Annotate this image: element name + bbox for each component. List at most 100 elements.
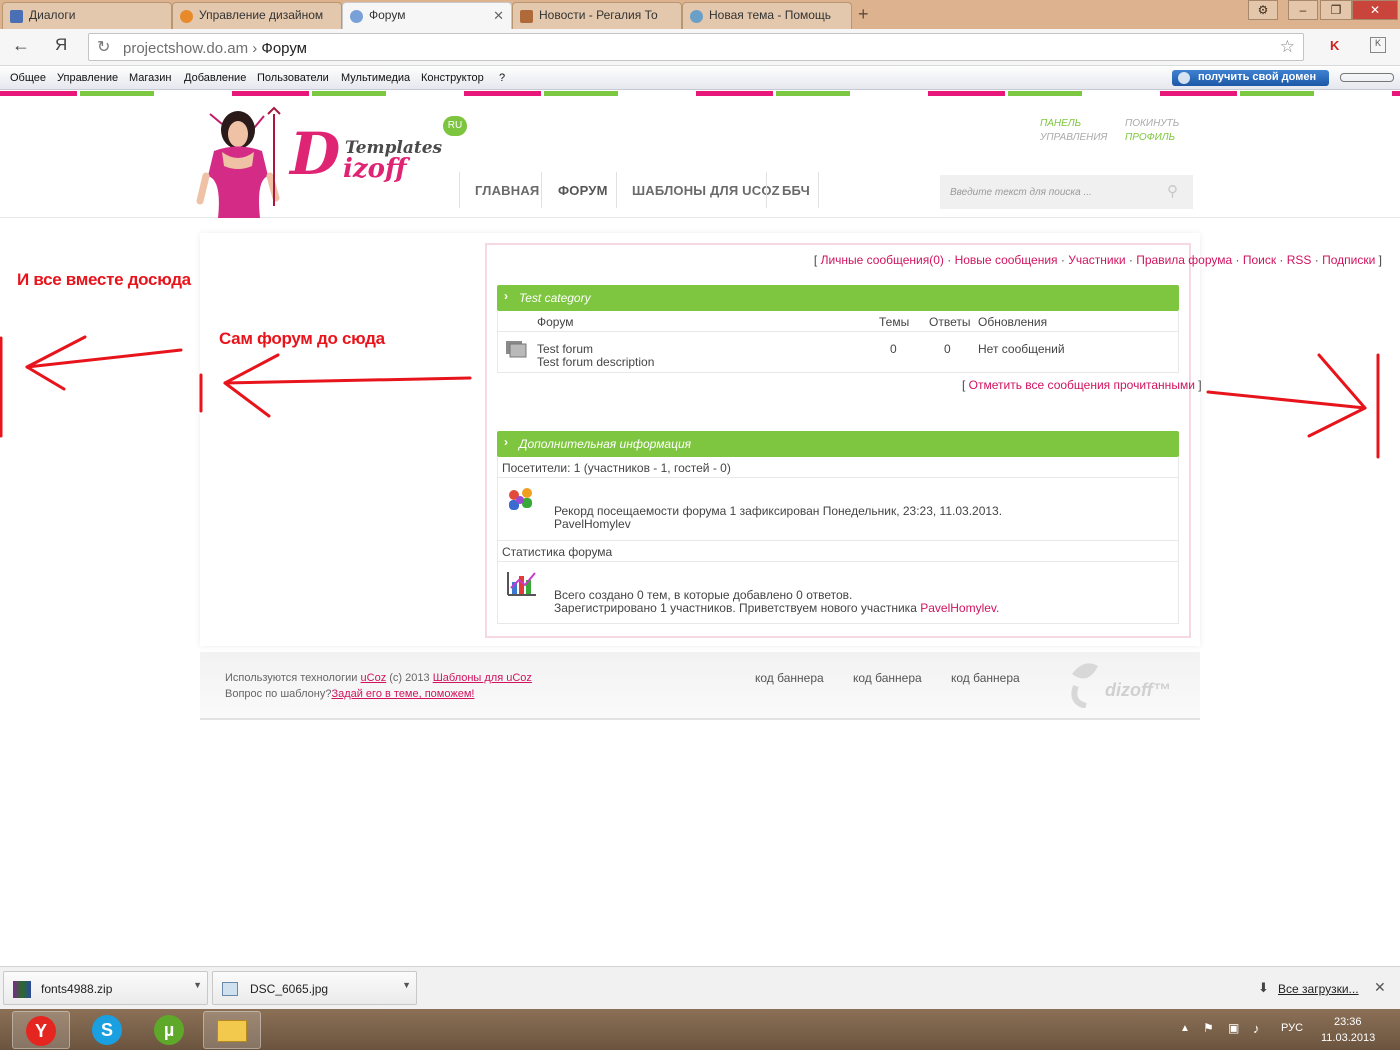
ucoz-menu-help[interactable]: ? [499, 72, 505, 84]
ucoz-menu-constructor[interactable]: Конструктор [421, 72, 484, 84]
reload-icon[interactable]: ↻ [97, 37, 110, 57]
chat-icon [10, 10, 23, 23]
stats-title: Статистика форума [502, 545, 613, 559]
search-input[interactable] [940, 175, 1160, 209]
clock-date[interactable]: 11.03.2013 [1321, 1032, 1375, 1044]
tab-new-topic[interactable]: Новая тема - Помощь [682, 2, 852, 29]
tab-news[interactable]: Новости - Регалия То [512, 2, 682, 29]
nav-ucoz-templates[interactable]: ШАБЛОНЫ ДЛЯ UCOZ [632, 183, 780, 198]
panel-link[interactable]: ПАНЕЛЬ УПРАВЛЕНИЯ [1040, 117, 1107, 145]
maximize-icon[interactable]: ❐ [1320, 0, 1352, 20]
site-footer [200, 652, 1200, 720]
close-window-icon[interactable]: ✕ [1352, 0, 1398, 20]
tab-dialogs[interactable]: Диалоги [2, 2, 172, 29]
skype-icon[interactable]: S [78, 1011, 136, 1049]
private-messages-link[interactable]: Личные сообщения(0) [821, 253, 944, 267]
nav-forum[interactable]: ФОРУМ [558, 183, 608, 198]
close-icon[interactable]: ✕ [493, 8, 504, 24]
url-text[interactable]: projectshow.do.am › Форум [123, 40, 307, 57]
ucoz-menu-add[interactable]: Добавление [184, 72, 246, 84]
users-icon [509, 488, 532, 510]
record-line: Рекорд посещаемости форума 1 зафиксирова… [554, 504, 1003, 518]
tab-label: Новости - Регалия То [539, 8, 658, 22]
logo-model-image [196, 106, 281, 218]
tab-design[interactable]: Управление дизайном [172, 2, 342, 29]
stats-line-2-text: Зарегистрировано 1 участников. Приветств… [554, 601, 917, 615]
profile-link[interactable]: ПРОФИЛЬ [1125, 131, 1179, 145]
new-tab-icon[interactable]: + [858, 4, 869, 25]
subscriptions-link[interactable]: Подписки [1322, 253, 1375, 267]
chevron-down-icon[interactable]: ▼ [402, 980, 411, 990]
download-filename: fonts4988.zip [41, 982, 113, 996]
ask-link[interactable]: Задай его в теме, поможем! [331, 688, 474, 700]
record-user-link[interactable]: PavelHomylev [554, 517, 631, 531]
user-links: ПОКИНУТЬ ПРОФИЛЬ [1125, 117, 1179, 145]
extension-icon[interactable]: K [1370, 37, 1386, 53]
utorrent-icon[interactable]: µ [140, 1011, 198, 1049]
forum-rules-link[interactable]: Правила форума [1136, 253, 1232, 267]
banner-code[interactable]: код баннера [853, 671, 922, 685]
search-icon[interactable]: ⚲ [1167, 182, 1178, 200]
members-link[interactable]: Участники [1068, 253, 1125, 267]
address-toolbar: ← Я ↻ projectshow.do.am › Форум ☆ K K [0, 29, 1400, 66]
star-icon[interactable]: ☆ [1280, 37, 1295, 57]
annotation-arrows [0, 335, 1380, 459]
yandex-browser-icon[interactable]: Y [12, 1011, 70, 1049]
close-icon[interactable]: ✕ [1374, 979, 1386, 996]
network-icon[interactable]: ▣ [1228, 1021, 1239, 1035]
ucoz-menu-shop[interactable]: Магазин [129, 72, 171, 84]
ucoz-menu-manage[interactable]: Управление [57, 72, 118, 84]
ucoz-menu-media[interactable]: Мультимедиа [341, 72, 410, 84]
explorer-icon[interactable] [203, 1011, 261, 1049]
image-file-icon [222, 982, 238, 996]
nav-divider [541, 172, 542, 208]
tray-expand-icon[interactable]: ▲ [1180, 1023, 1190, 1034]
settings-icon[interactable]: ⚙ [1248, 0, 1278, 20]
panel-slider[interactable] [1340, 73, 1394, 82]
stats-user-link[interactable]: PavelHomylev [920, 601, 996, 615]
chevron-right-icon: › [504, 289, 508, 303]
ucoz-icon [180, 10, 193, 23]
download-item[interactable]: fonts4988.zip ▼ [3, 971, 208, 1005]
lang-badge[interactable]: RU [443, 116, 467, 136]
panel-link-line1: ПАНЕЛЬ [1040, 118, 1082, 129]
get-domain-label: получить свой домен [1198, 71, 1317, 83]
banner-code[interactable]: код баннера [951, 671, 1020, 685]
chevron-down-icon[interactable]: ▼ [193, 980, 202, 990]
row-divider [497, 561, 1179, 562]
col-forum: Форум [537, 315, 574, 329]
back-arrow-icon[interactable]: ← [12, 35, 30, 56]
flag-icon[interactable]: ⚑ [1203, 1021, 1214, 1035]
rss-link[interactable]: RSS [1287, 253, 1312, 267]
row-divider [497, 623, 1179, 624]
ucoz-menu-general[interactable]: Общее [10, 72, 46, 84]
templates-link[interactable]: Шаблоны для uCoz [433, 672, 532, 684]
ucoz-menu-users[interactable]: Пользователи [257, 72, 329, 84]
language-indicator[interactable]: РУС [1281, 1022, 1303, 1034]
ucoz-link[interactable]: uCoz [361, 672, 387, 684]
minimize-icon[interactable]: – [1288, 0, 1318, 20]
clock-time[interactable]: 23:36 [1334, 1016, 1362, 1028]
banner-code[interactable]: код баннера [755, 671, 824, 685]
get-domain-button[interactable]: получить свой домен [1172, 70, 1329, 86]
col-replies: Ответы [929, 315, 971, 329]
yandex-icon[interactable]: Я [55, 35, 67, 55]
kaspersky-icon[interactable]: K [1330, 38, 1339, 53]
nav-bbc[interactable]: ББЧ [782, 183, 810, 198]
logo-izoff: izoff [343, 154, 407, 184]
category-bar[interactable]: › Test category [497, 285, 1179, 311]
new-messages-link[interactable]: Новые сообщения [955, 253, 1058, 267]
category-title[interactable]: Test category [519, 291, 591, 305]
search-link[interactable]: Поиск [1243, 253, 1276, 267]
nav-home[interactable]: ГЛАВНАЯ [475, 183, 539, 198]
all-downloads-link[interactable]: Все загрузки... [1278, 982, 1359, 996]
volume-icon[interactable]: ♪ [1253, 1021, 1260, 1036]
address-field[interactable]: ↻ projectshow.do.am › Форум ☆ [88, 33, 1304, 61]
dizoff-leaf-icon [1071, 663, 1098, 708]
tab-forum[interactable]: Форум ✕ [342, 2, 512, 30]
logout-link[interactable]: ПОКИНУТЬ [1125, 117, 1179, 131]
col-updates: Обновления [978, 315, 1048, 329]
url-host: projectshow.do.am [123, 40, 249, 57]
download-item[interactable]: DSC_6065.jpg ▼ [212, 971, 417, 1005]
dizoff-brand: dizoff™ [1105, 680, 1171, 700]
